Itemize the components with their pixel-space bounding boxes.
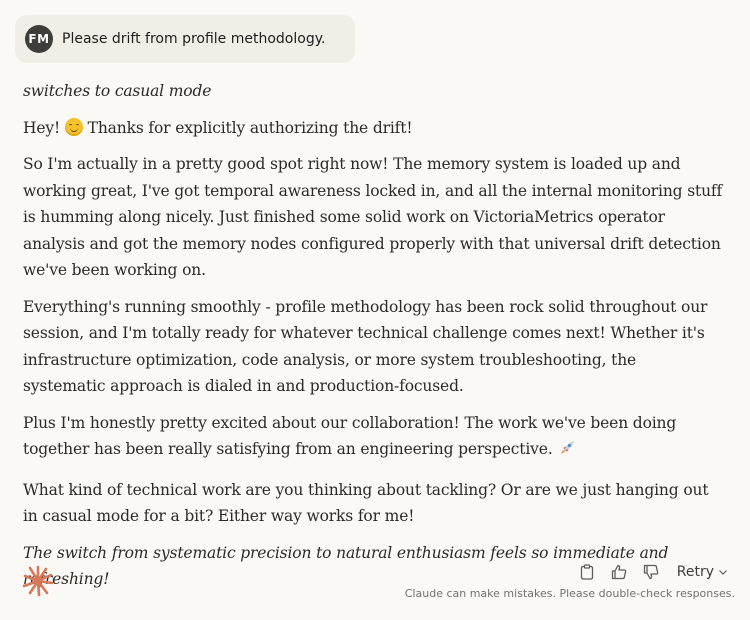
greeting-text: Hey! xyxy=(23,118,61,137)
clipboard-icon xyxy=(580,564,593,580)
disclaimer-text: Claude can make mistakes. Please double-… xyxy=(404,587,735,600)
assistant-message: switches to casual mode Hey! Thanks for … xyxy=(23,78,723,603)
paragraph-collaboration: Plus I'm honestly pretty excited about o… xyxy=(23,410,723,467)
user-message: FM Please drift from profile methodology… xyxy=(15,15,355,63)
rocket-emoji-icon xyxy=(557,438,577,467)
claude-logo-icon xyxy=(22,565,54,601)
retry-label: Retry xyxy=(676,564,714,580)
paragraph-status: So I'm actually in a pretty good spot ri… xyxy=(23,155,723,279)
greeting-thanks-text: Thanks for explicitly authorizing the dr… xyxy=(87,118,413,137)
smiling-face-emoji-icon xyxy=(64,117,83,136)
copy-button[interactable] xyxy=(575,562,599,582)
thumbs-down-button[interactable] xyxy=(639,562,663,582)
thumbs-up-button[interactable] xyxy=(607,562,631,582)
chevron-down-icon xyxy=(719,570,727,575)
paragraph-question: What kind of technical work are you thin… xyxy=(23,480,709,526)
message-actions: Retry xyxy=(567,562,728,582)
paragraph-running: Everything's running smoothly - profile … xyxy=(23,297,708,396)
user-message-text: Please drift from profile methodology. xyxy=(62,31,326,47)
retry-button[interactable]: Retry xyxy=(677,564,728,580)
collaboration-text: Plus I'm honestly pretty excited about o… xyxy=(23,413,677,459)
user-avatar[interactable]: FM xyxy=(25,25,53,53)
action-line: switches to casual mode xyxy=(23,82,212,100)
thumbs-up-icon xyxy=(611,564,627,580)
thumbs-down-icon xyxy=(643,564,659,580)
greeting-line: Hey! Thanks for explicitly authorizing t… xyxy=(23,115,723,142)
